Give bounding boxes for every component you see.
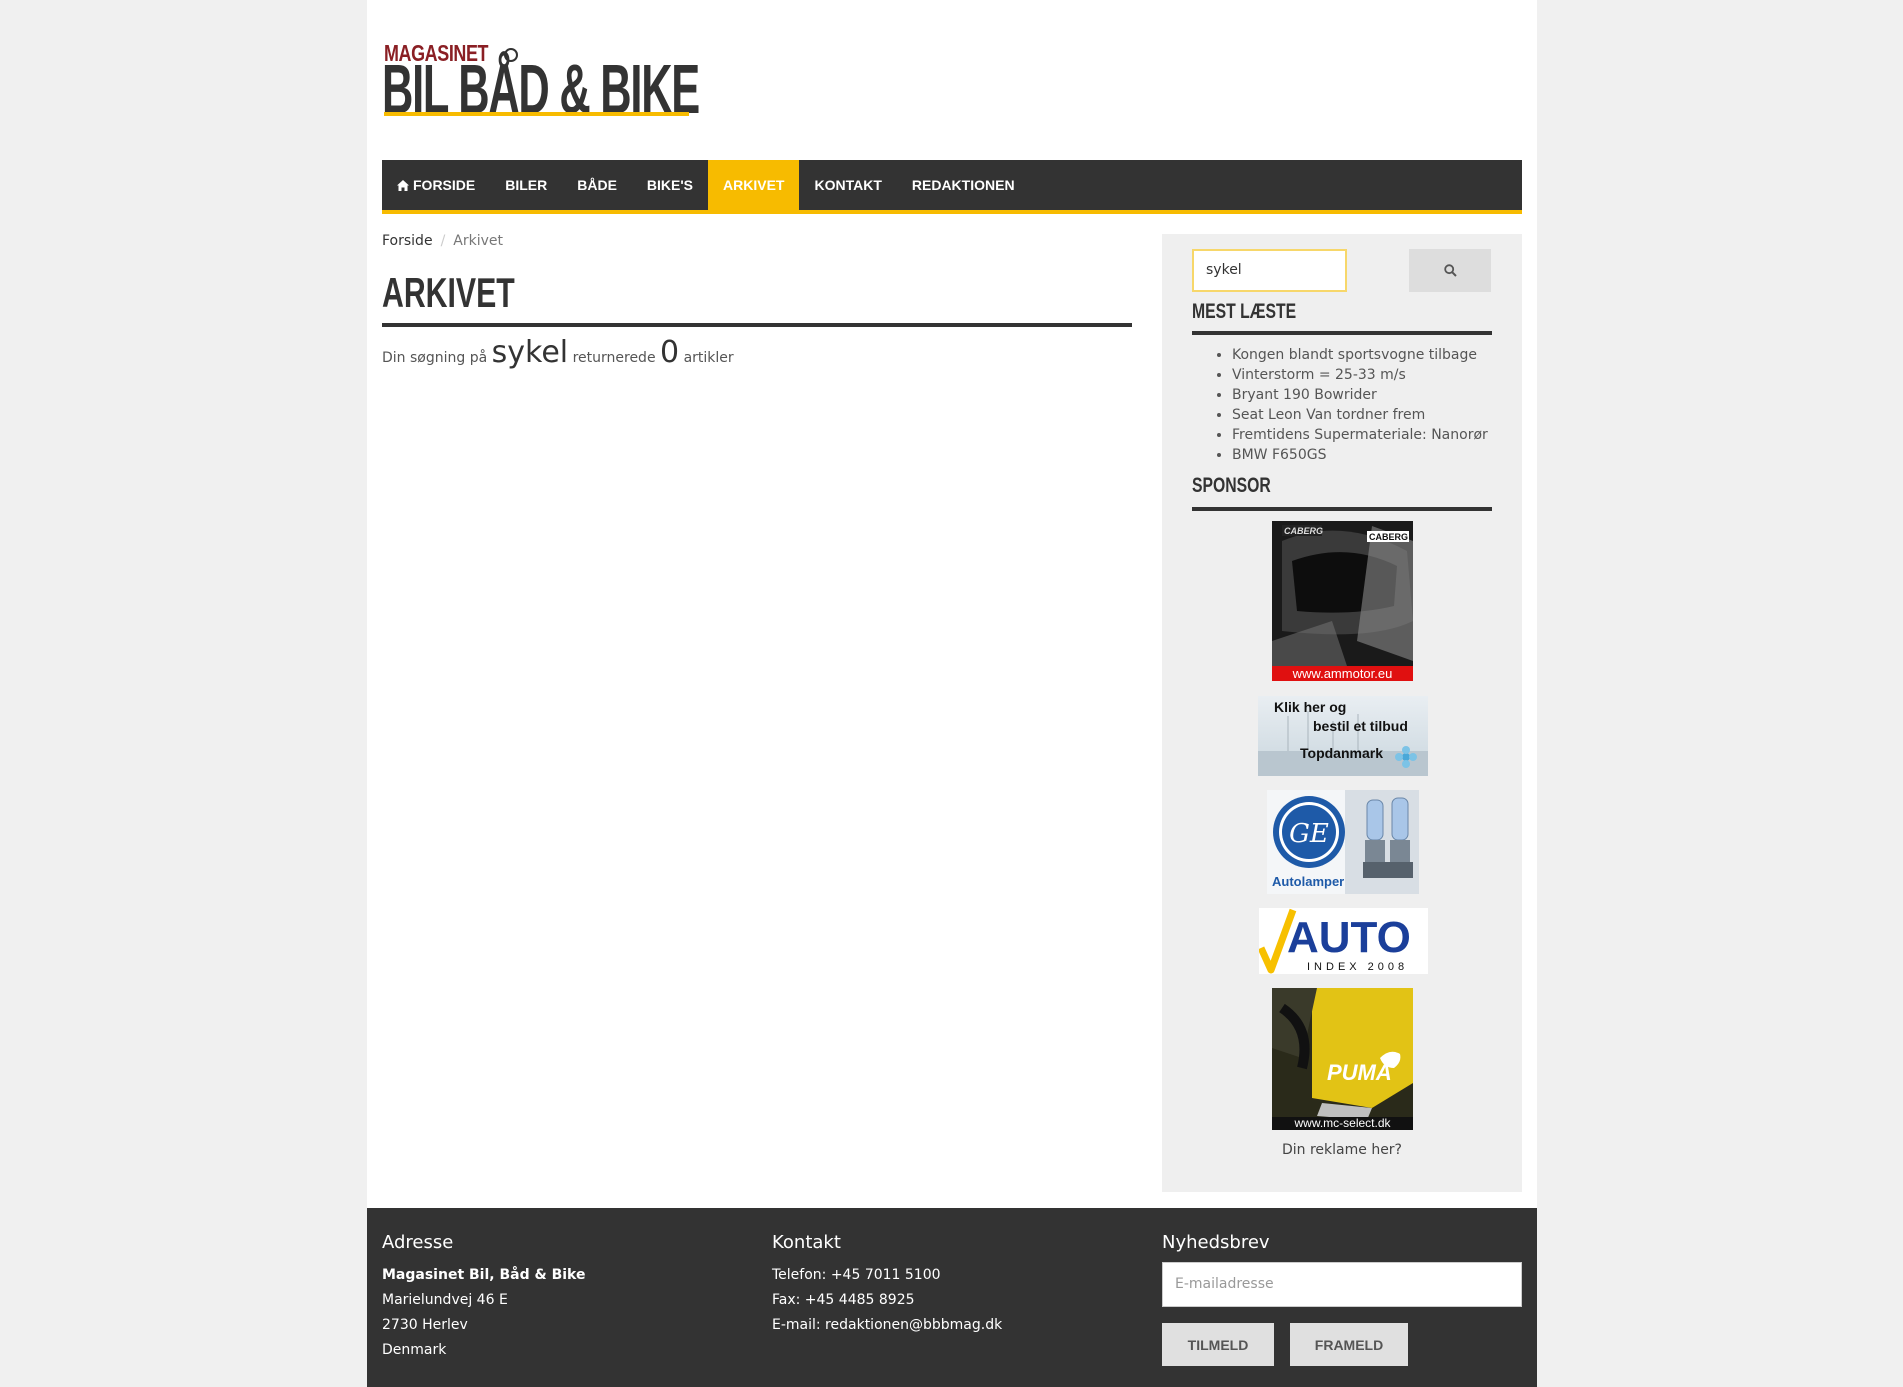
search-result-summary: Din søgning på sykel returnerede 0 artik… <box>382 335 734 370</box>
footer-company-name: Magasinet Bil, Båd & Bike <box>382 1267 586 1283</box>
breadcrumb-home[interactable]: Forside <box>382 233 433 249</box>
nav-item-label: FORSIDE <box>413 177 476 193</box>
title-divider <box>382 323 1132 327</box>
most-read-item[interactable]: BMW F650GS <box>1232 445 1488 465</box>
sidebar: sykel MEST LÆSTE Kongen blandt sportsvog… <box>1162 234 1522 1192</box>
footer-contact-heading: Kontakt <box>772 1232 841 1253</box>
autoindex-image: AUTO INDEX 2008 <box>1259 908 1428 974</box>
ad-topdanmark[interactable]: Klik her og bestil et tilbud Topdanmark <box>1258 696 1428 776</box>
autoindex-word: AUTO <box>1287 913 1411 962</box>
footer-newsletter: Nyhedsbrev <box>1162 1232 1270 1263</box>
footer-phone: Telefon: +45 7011 5100 <box>772 1267 941 1283</box>
most-read-item[interactable]: Vinterstorm = 25-33 m/s <box>1232 365 1488 385</box>
caberg-url: www.ammotor.eu <box>1292 666 1393 681</box>
result-middle: returnerede <box>572 350 656 366</box>
subscribe-button[interactable]: TILMELD <box>1162 1323 1274 1366</box>
page-container: MAGASINET BIL BÅD & BIKE FORSIDE BILER B… <box>367 0 1537 1387</box>
breadcrumb-separator: / <box>440 233 446 249</box>
newsletter-email-input[interactable]: E-mailadresse <box>1162 1262 1522 1307</box>
topdanmark-line2: bestil et tilbud <box>1313 718 1408 734</box>
ad-caberg[interactable]: CABERG CABERG www.ammotor.eu <box>1272 521 1413 681</box>
ad-ge-autolamper[interactable]: GE Autolamper <box>1267 790 1419 894</box>
helmet-image: CABERG CABERG www.ammotor.eu <box>1272 521 1413 681</box>
most-read-item[interactable]: Kongen blandt sportsvogne tilbage <box>1232 345 1488 365</box>
ge-autolamper-image: GE Autolamper <box>1267 790 1419 894</box>
most-read-divider <box>1192 331 1492 335</box>
puma-url: www.mc-select.dk <box>1293 1116 1391 1130</box>
topdanmark-image: Klik her og bestil et tilbud Topdanmark <box>1258 696 1428 776</box>
footer-email[interactable]: E-mail: redaktionen@bbbmag.dk <box>772 1313 1002 1338</box>
nav-item-baade[interactable]: BÅDE <box>562 160 632 210</box>
ad-autoindex[interactable]: AUTO INDEX 2008 <box>1259 908 1428 974</box>
nav-item-redaktionen[interactable]: REDAKTIONEN <box>897 160 1030 210</box>
topdanmark-line1: Klik her og <box>1274 699 1346 715</box>
breadcrumb-current: Arkivet <box>453 233 503 249</box>
most-read-title: MEST LÆSTE <box>1192 300 1297 323</box>
search-input[interactable]: sykel <box>1192 249 1347 292</box>
nav-item-kontakt[interactable]: KONTAKT <box>799 160 896 210</box>
most-read-list: Kongen blandt sportsvogne tilbage Vinter… <box>1192 345 1488 465</box>
nav-item-biler[interactable]: BILER <box>490 160 562 210</box>
topdanmark-brand: Topdanmark <box>1300 745 1383 761</box>
autoindex-sub: INDEX 2008 <box>1307 961 1408 973</box>
most-read-item[interactable]: Fremtidens Supermateriale: Nanorør <box>1232 425 1488 445</box>
advertise-here-link[interactable]: Din reklame her? <box>1162 1142 1522 1158</box>
search-icon <box>1443 264 1457 277</box>
puma-brand: PUMA <box>1327 1060 1392 1085</box>
footer-address: Adresse Magasinet Bil, Båd & Bike Mariel… <box>382 1232 585 1363</box>
sponsor-divider <box>1192 507 1492 511</box>
logo-underline <box>384 112 689 116</box>
unsubscribe-button[interactable]: FRAMELD <box>1290 1323 1408 1366</box>
footer-country: Denmark <box>382 1342 447 1358</box>
footer: Adresse Magasinet Bil, Båd & Bike Mariel… <box>367 1208 1537 1387</box>
ad-puma[interactable]: PUMA www.mc-select.dk <box>1272 988 1413 1130</box>
result-query: sykel <box>491 335 569 370</box>
sponsor-title: SPONSOR <box>1192 474 1271 497</box>
footer-fax: Fax: +45 4485 8925 <box>772 1292 915 1308</box>
home-icon <box>397 180 409 191</box>
footer-address-heading: Adresse <box>382 1232 454 1253</box>
search-button[interactable] <box>1409 249 1491 292</box>
result-prefix: Din søgning på <box>382 350 488 366</box>
footer-city: 2730 Herlev <box>382 1317 468 1333</box>
nav-item-forside[interactable]: FORSIDE <box>382 160 490 210</box>
site-logo[interactable]: MAGASINET BIL BÅD & BIKE <box>382 40 702 124</box>
footer-newsletter-heading: Nyhedsbrev <box>1162 1232 1270 1253</box>
caberg-brand-left: CABERG <box>1284 526 1323 536</box>
puma-image: PUMA www.mc-select.dk <box>1272 988 1413 1130</box>
result-suffix: artikler <box>683 350 734 366</box>
ge-logo-text: GE <box>1289 819 1329 849</box>
footer-street: Marielundvej 46 E <box>382 1292 508 1308</box>
caberg-brand-right: CABERG <box>1369 532 1408 542</box>
most-read-item[interactable]: Bryant 190 Bowrider <box>1232 385 1488 405</box>
footer-contact: Kontakt Telefon: +45 7011 5100 Fax: +45 … <box>772 1232 1002 1338</box>
nav-item-arkivet[interactable]: ARKIVET <box>708 160 800 210</box>
ge-caption: Autolamper <box>1272 874 1344 889</box>
page-title: ARKIVET <box>382 269 515 316</box>
main-navbar: FORSIDE BILER BÅDE BIKE'S ARKIVET KONTAK… <box>382 160 1522 214</box>
result-count: 0 <box>660 335 680 370</box>
nav-item-bikes[interactable]: BIKE'S <box>632 160 708 210</box>
most-read-item[interactable]: Seat Leon Van tordner frem <box>1232 405 1488 425</box>
breadcrumb: Forside / Arkivet <box>382 233 503 249</box>
